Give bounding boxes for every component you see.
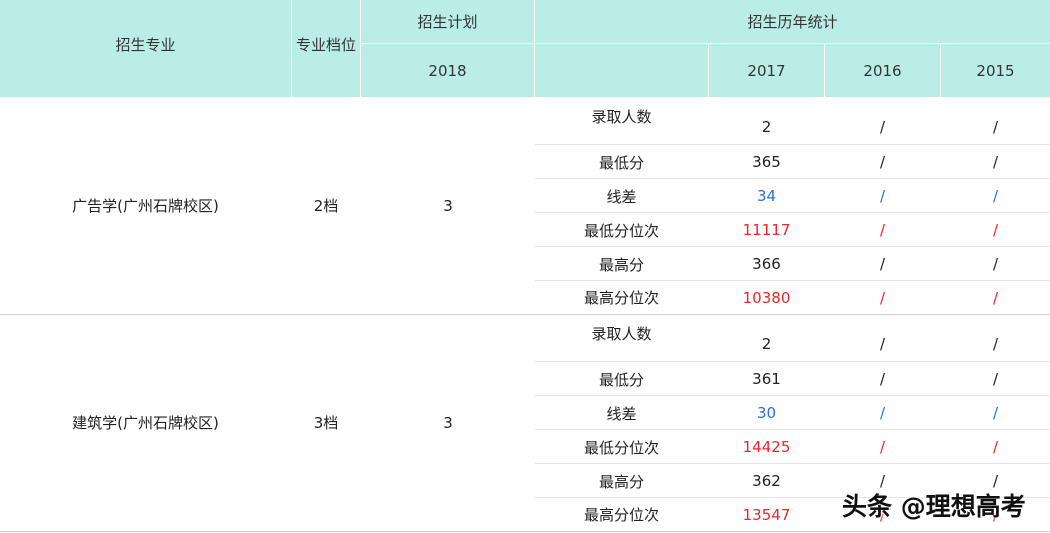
stat-label: 线差 <box>606 404 637 423</box>
stat-value: 2 <box>761 335 772 353</box>
stat-label: 线差 <box>606 187 637 206</box>
header-label-blank <box>535 44 708 97</box>
stat-value: / <box>879 118 886 136</box>
stat-value: / <box>879 404 886 422</box>
plan-cell: 3 <box>443 196 453 215</box>
stat-value: / <box>879 335 886 353</box>
stat-value: / <box>992 187 999 205</box>
plan-cell: 3 <box>443 413 453 432</box>
stat-label: 最低分 <box>598 370 644 389</box>
stat-value: / <box>992 288 999 307</box>
watermark: 头条 @理想高考 <box>842 492 1026 521</box>
stat-value: / <box>992 221 999 239</box>
stat-value: 2 <box>761 118 772 136</box>
stat-label: 最低分 <box>598 153 644 172</box>
stat-value: / <box>879 187 886 205</box>
stat-value: 14425 <box>742 438 791 456</box>
header-history: 招生历年统计 <box>535 0 1050 43</box>
stat-value: / <box>879 288 886 307</box>
tier-cell: 3档 <box>313 414 339 432</box>
stat-label: 最高分位次 <box>583 506 659 524</box>
stat-value: 13547 <box>742 505 791 524</box>
stat-value: 30 <box>756 404 777 422</box>
stat-label: 最低分位次 <box>583 221 659 240</box>
stat-label: 最高分 <box>598 255 644 274</box>
major-cell: 广告学(广州石牌校区) <box>72 197 219 215</box>
stat-value: / <box>992 153 999 171</box>
stat-value: / <box>992 404 999 422</box>
tier-cell: 2档 <box>313 197 339 215</box>
stat-value: / <box>992 118 999 136</box>
header-major: 招生专业 <box>0 0 291 97</box>
stat-value: 365 <box>752 153 781 171</box>
stat-label: 录取人数 <box>591 324 652 343</box>
stat-value: 10380 <box>742 288 791 307</box>
stat-value: / <box>879 370 886 388</box>
block-divider <box>0 531 1050 532</box>
major-cell: 建筑学(广州石牌校区) <box>72 414 219 432</box>
stat-value: / <box>992 438 999 456</box>
stat-value: / <box>992 255 999 273</box>
stat-label: 最高分 <box>598 472 644 491</box>
stat-value: / <box>879 153 886 171</box>
stat-label: 录取人数 <box>591 107 652 126</box>
stat-value: 34 <box>756 187 777 205</box>
header-year-2016: 2016 <box>825 44 940 97</box>
stat-value: / <box>992 335 999 353</box>
header-year-2017: 2017 <box>709 44 824 97</box>
stat-value: / <box>879 438 886 456</box>
header-plan: 招生计划 <box>361 0 534 43</box>
header-year-2015: 2015 <box>941 44 1050 97</box>
stat-value: 11117 <box>742 221 791 239</box>
stat-value: / <box>879 221 886 239</box>
stat-value: / <box>879 255 886 273</box>
stat-value: 362 <box>752 472 781 490</box>
stat-label: 最高分位次 <box>583 289 659 307</box>
stat-value: 366 <box>752 255 781 273</box>
header-tier: 专业档位 <box>292 0 360 97</box>
header-plan-year: 2018 <box>361 44 534 97</box>
stat-label: 最低分位次 <box>583 438 659 457</box>
stat-value: 361 <box>752 370 781 388</box>
stat-value: / <box>992 370 999 388</box>
